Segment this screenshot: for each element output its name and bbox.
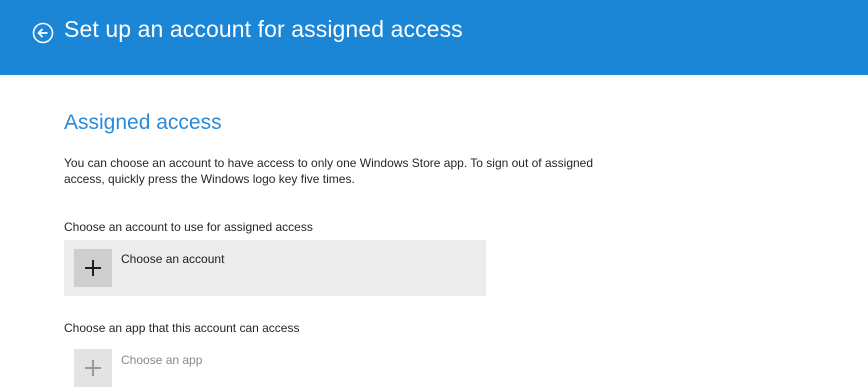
choose-app-button[interactable]: Choose an app	[64, 340, 486, 387]
page-title: Set up an account for assigned access	[64, 16, 463, 42]
app-label: Choose an app that this account can acce…	[64, 321, 300, 335]
choose-account-button[interactable]: Choose an account	[64, 240, 486, 296]
plus-icon	[74, 249, 112, 287]
plus-icon	[74, 349, 112, 387]
back-arrow-circle-icon	[32, 22, 54, 44]
account-label: Choose an account to use for assigned ac…	[64, 220, 313, 234]
choose-account-label: Choose an account	[121, 252, 225, 266]
header-bar: Set up an account for assigned access	[0, 0, 868, 75]
section-title: Assigned access	[64, 111, 222, 134]
choose-app-label: Choose an app	[121, 353, 203, 367]
back-button[interactable]	[32, 22, 54, 44]
section-description: You can choose an account to have access…	[64, 156, 594, 186]
